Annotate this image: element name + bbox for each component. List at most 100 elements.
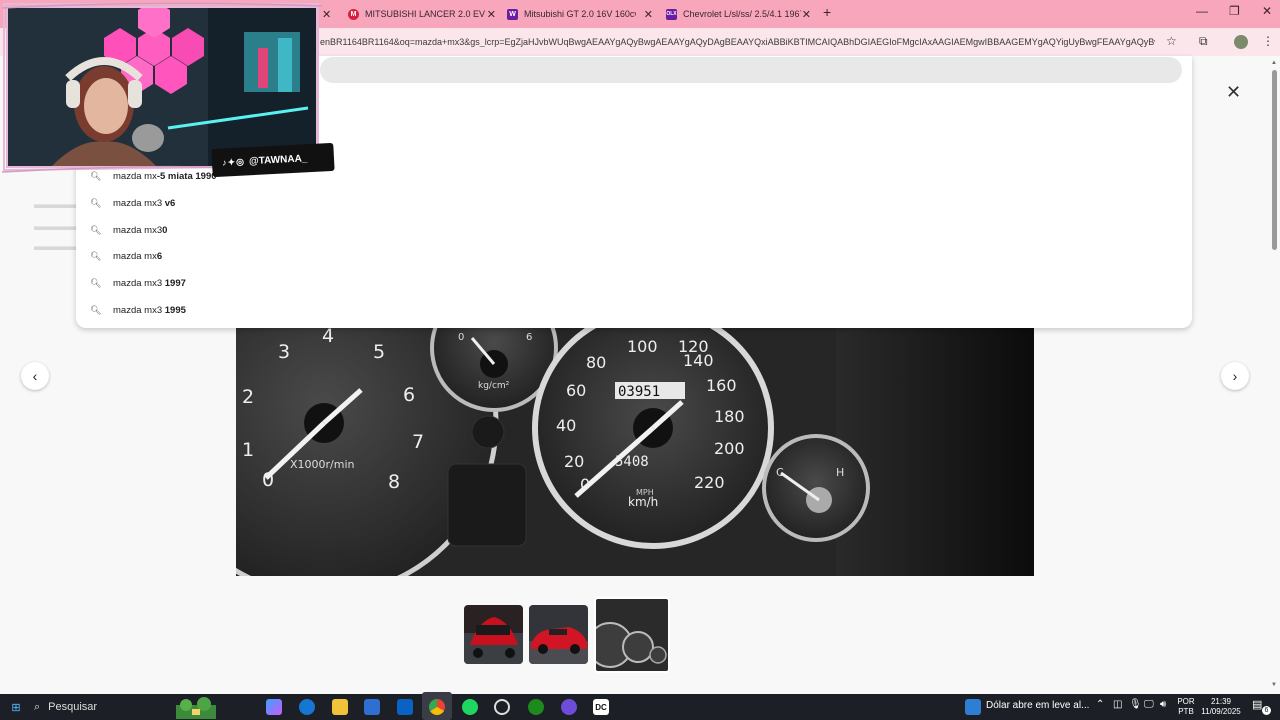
- search-icon: 🔍︎: [90, 304, 102, 315]
- suggestion-item[interactable]: 🔍︎ mazda mx 6: [90, 246, 162, 266]
- task-view-icon[interactable]: ▭: [232, 699, 248, 715]
- main-photo: 3 4 5 6 7 8 2 1 0 X1000r/min 0 6 kg/cm² …: [236, 328, 1034, 576]
- suggestion-prefix: mazda mx: [113, 250, 157, 262]
- search-icon: 🔍︎: [90, 277, 102, 288]
- network-icon[interactable]: 🖵: [1144, 700, 1154, 710]
- page-scrollbar[interactable]: [1270, 58, 1280, 692]
- restore-icon[interactable]: ❐: [1229, 4, 1240, 18]
- svg-text:8: 8: [388, 471, 400, 493]
- close-icon[interactable]: ✕: [487, 8, 496, 21]
- outlook-icon[interactable]: [397, 699, 413, 715]
- svg-text:180: 180: [714, 407, 745, 426]
- suggestion-prefix: mazda mx3: [113, 197, 163, 209]
- suggestion-item[interactable]: 🔍︎ mazda mx3 1995: [90, 300, 186, 320]
- spotify-icon[interactable]: [462, 699, 478, 715]
- thumbnail-2[interactable]: [529, 605, 588, 664]
- bookmark-star-icon[interactable]: ☆: [1166, 34, 1177, 48]
- notification-icon[interactable]: ▤: [1252, 700, 1262, 711]
- svg-text:20: 20: [564, 452, 584, 471]
- address-bar-url[interactable]: enBR1164BR1164&oq=mazda+mx3&gs_lcrp=EgZj…: [320, 37, 1155, 47]
- svg-text:80: 80: [586, 353, 606, 372]
- taskbar-search-label: Pesquisar: [48, 701, 98, 713]
- svg-text:7: 7: [412, 431, 424, 453]
- extensions-icon[interactable]: ⧉: [1199, 34, 1208, 49]
- suggestion-item[interactable]: 🔍︎ mazda mx3 v6: [90, 193, 175, 213]
- thumbnail-1[interactable]: [464, 605, 523, 664]
- obs-icon[interactable]: [494, 699, 510, 715]
- copilot-icon[interactable]: [266, 699, 282, 715]
- svg-text:40: 40: [556, 416, 576, 435]
- social-icons: ♪✦◎: [221, 155, 246, 168]
- tab-chevrolet[interactable]: OLX Chevrolet L/sl/ss/ 2.5/4.1 1967 ✕: [666, 4, 811, 24]
- omnibox-input[interactable]: [320, 57, 1182, 83]
- svg-text:0: 0: [458, 332, 464, 343]
- tab-title: MITSUBISHI LANCER 2.0 EVOLU: [365, 9, 485, 19]
- chevron-left-icon: ‹: [32, 368, 38, 384]
- volume-icon[interactable]: 🔊︎: [1160, 700, 1166, 710]
- keyboard-layout: PTB: [1178, 707, 1194, 716]
- suggestion-item[interactable]: 🔍︎ mazda mx3 1997: [90, 273, 186, 293]
- search-highlight-icon: [176, 697, 216, 719]
- suggestion-completion: 0: [162, 224, 168, 236]
- suggestion-completion: 1995: [164, 304, 186, 316]
- kmh-unit-label: km/h: [628, 495, 658, 509]
- language-code: POR: [1177, 697, 1195, 706]
- svg-text:1: 1: [242, 439, 254, 461]
- xbox-icon[interactable]: [528, 699, 544, 715]
- news-widget-icon[interactable]: [965, 699, 981, 715]
- suggestion-item[interactable]: 🔍︎ mazda mx3 0: [90, 220, 167, 240]
- search-icon: 🔍︎: [90, 224, 102, 235]
- scroll-down-icon[interactable]: ▼: [1271, 682, 1277, 688]
- social-handle: @TAWNAA_: [248, 152, 308, 167]
- scroll-up-icon[interactable]: ▲: [1271, 60, 1277, 66]
- tab-favicon: W: [507, 8, 518, 20]
- tray-chevron-up-icon[interactable]: ⌃: [1096, 700, 1104, 710]
- clock-date: 11/09/2025: [1201, 707, 1241, 716]
- suggestion-completion: 6: [156, 250, 163, 262]
- file-explorer-icon[interactable]: [332, 699, 348, 715]
- app-icon-purple[interactable]: [561, 699, 577, 715]
- edge-icon[interactable]: [299, 699, 315, 715]
- svg-text:4: 4: [322, 328, 334, 347]
- suggestion-prefix: mazda mx3: [113, 277, 163, 289]
- search-icon: ⌕: [34, 700, 41, 713]
- tab-favicon: OLX: [666, 8, 677, 20]
- app-icon-dc[interactable]: DC: [593, 699, 609, 715]
- prev-image-button[interactable]: ‹: [21, 362, 49, 390]
- thumbnail-3-selected[interactable]: [594, 597, 670, 673]
- search-icon: 🔍︎: [90, 197, 102, 208]
- red-car-front-thumbnail: [464, 605, 523, 664]
- suggestion-completion: v6: [164, 197, 176, 209]
- svg-text:6: 6: [526, 332, 532, 343]
- tab-favicon: M: [348, 8, 359, 20]
- tray-app-icon[interactable]: ◫: [1113, 700, 1122, 710]
- notification-badge: 6: [1262, 706, 1271, 715]
- svg-text:6: 6: [403, 384, 415, 406]
- close-icon[interactable]: ✕: [802, 8, 811, 21]
- news-headline[interactable]: Dólar abre em leve al...: [986, 701, 1089, 711]
- chrome-icon[interactable]: [429, 699, 445, 715]
- profile-avatar-icon[interactable]: [1234, 35, 1248, 49]
- window-close-icon[interactable]: ✕: [1262, 4, 1272, 18]
- oil-unit-label: kg/cm²: [478, 381, 510, 391]
- svg-text:3: 3: [278, 341, 290, 363]
- viewer-close-icon[interactable]: ✕: [1226, 82, 1241, 103]
- windows-start-icon[interactable]: ⊞: [8, 699, 24, 715]
- tab-lancer[interactable]: M MITSUBISHI LANCER 2.0 EVOLU ✕: [348, 4, 496, 24]
- tab-gt[interactable]: W Mitsubishi GT 2.0 16V 160cv Au ✕: [507, 4, 653, 24]
- scroll-thumb[interactable]: [1272, 70, 1277, 250]
- microphone-icon[interactable]: 🎙︎: [1129, 700, 1142, 710]
- close-icon[interactable]: ✕: [644, 8, 653, 21]
- clock[interactable]: 21:39 11/09/2025: [1198, 697, 1244, 717]
- minimize-icon[interactable]: —: [1196, 4, 1208, 18]
- temp-hot-label: H: [836, 466, 844, 479]
- svg-text:5: 5: [373, 341, 385, 363]
- microsoft-store-icon[interactable]: [364, 699, 380, 715]
- new-tab-icon[interactable]: +: [823, 4, 831, 20]
- menu-kebab-icon[interactable]: ⋮: [1262, 34, 1274, 48]
- svg-text:140: 140: [683, 351, 714, 370]
- svg-text:100: 100: [627, 337, 658, 356]
- svg-text:220: 220: [694, 473, 725, 492]
- input-language[interactable]: POR PTB: [1176, 697, 1196, 717]
- next-image-button[interactable]: ›: [1221, 362, 1249, 390]
